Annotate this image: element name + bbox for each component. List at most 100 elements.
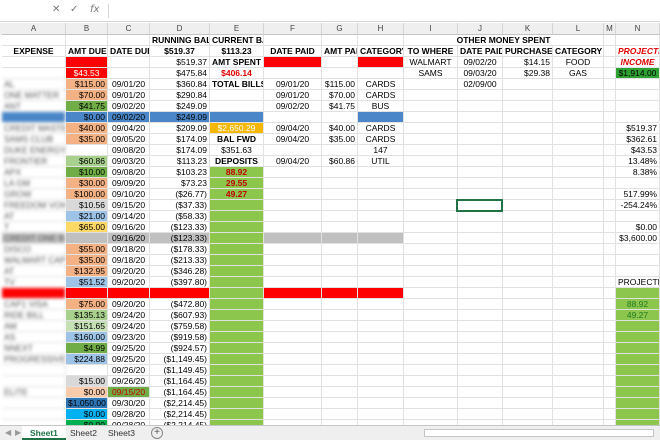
cell-h[interactable]: [358, 266, 404, 277]
cell-m[interactable]: [604, 376, 616, 387]
cell-j[interactable]: DATE PAID: [458, 46, 503, 57]
horizontal-scrollbar[interactable]: [424, 429, 654, 437]
cell-l[interactable]: [553, 288, 604, 299]
cell-j[interactable]: [458, 134, 503, 145]
cell-b[interactable]: AMT DUE: [66, 46, 108, 57]
formula-input[interactable]: [108, 4, 656, 18]
cell-h[interactable]: [358, 244, 404, 255]
cell-c[interactable]: DATE DUE: [108, 46, 150, 57]
cell-m[interactable]: [604, 167, 616, 178]
cell-l[interactable]: [553, 167, 604, 178]
cell-b[interactable]: [66, 288, 108, 299]
cell-b[interactable]: $21.00: [66, 211, 108, 222]
cell-m[interactable]: [604, 189, 616, 200]
cell-l[interactable]: [553, 387, 604, 398]
cell-h[interactable]: CARDS: [358, 79, 404, 90]
cell-f[interactable]: [264, 365, 322, 376]
cell-j[interactable]: [458, 156, 503, 167]
cell-c[interactable]: 09/18/20: [108, 255, 150, 266]
cell-l[interactable]: [553, 233, 604, 244]
cell-b[interactable]: $0.00: [66, 387, 108, 398]
cell-e[interactable]: [210, 255, 264, 266]
cell-n[interactable]: [616, 376, 660, 387]
cell-c[interactable]: 09/01/20: [108, 79, 150, 90]
cell-d[interactable]: ($37.33): [150, 200, 210, 211]
cancel-icon[interactable]: ✕: [52, 4, 60, 15]
cell-k[interactable]: [503, 409, 553, 420]
cell-e[interactable]: [210, 211, 264, 222]
cell-k[interactable]: [503, 321, 553, 332]
cell-h[interactable]: [358, 255, 404, 266]
cell-f[interactable]: 09/04/20: [264, 123, 322, 134]
column-header-m[interactable]: M: [604, 23, 616, 35]
cell-f[interactable]: [264, 255, 322, 266]
cell-n[interactable]: $1,914.00: [616, 68, 660, 79]
cell-a[interactable]: CREDIT MASTER: [2, 123, 66, 134]
cell-e[interactable]: BAL FWD: [210, 134, 264, 145]
cell-k[interactable]: [503, 310, 553, 321]
cell-i[interactable]: [404, 178, 458, 189]
cell-j[interactable]: [458, 277, 503, 288]
cell-i[interactable]: [404, 145, 458, 156]
cell-j[interactable]: [458, 167, 503, 178]
cell-k[interactable]: [503, 79, 553, 90]
cell-n[interactable]: [616, 321, 660, 332]
cell-l[interactable]: [553, 101, 604, 112]
cell-h[interactable]: [358, 365, 404, 376]
column-header-g[interactable]: G: [322, 23, 358, 35]
cell-g[interactable]: $70.00: [322, 90, 358, 101]
cell-b[interactable]: $1,050.00: [66, 398, 108, 409]
cell-b[interactable]: $10.56: [66, 200, 108, 211]
cell-f[interactable]: [264, 167, 322, 178]
cell-k[interactable]: [503, 112, 553, 123]
cell-h[interactable]: [358, 57, 404, 68]
cell-h[interactable]: [358, 167, 404, 178]
cell-k[interactable]: [503, 123, 553, 134]
cell-b[interactable]: $30.00: [66, 178, 108, 189]
cell-k[interactable]: [503, 233, 553, 244]
cell-k[interactable]: [503, 244, 553, 255]
cell-e[interactable]: [210, 101, 264, 112]
cell-n[interactable]: [616, 398, 660, 409]
cell-g[interactable]: [322, 167, 358, 178]
cell-h[interactable]: [358, 35, 404, 46]
cell-i[interactable]: [404, 255, 458, 266]
cell-k[interactable]: [503, 299, 553, 310]
cell-j[interactable]: [458, 365, 503, 376]
cell-d[interactable]: ($123.33): [150, 222, 210, 233]
cell-m[interactable]: [604, 266, 616, 277]
cell-e[interactable]: [210, 343, 264, 354]
cell-g[interactable]: [322, 255, 358, 266]
cell-b[interactable]: $41.75: [66, 101, 108, 112]
cell-n[interactable]: [616, 211, 660, 222]
cell-l[interactable]: [553, 79, 604, 90]
cell-d[interactable]: $249.09: [150, 112, 210, 123]
cell-e[interactable]: [210, 277, 264, 288]
cell-f[interactable]: [264, 222, 322, 233]
cell-g[interactable]: [322, 189, 358, 200]
cell-b[interactable]: $65.00: [66, 222, 108, 233]
cell-c[interactable]: 09/09/20: [108, 178, 150, 189]
cell-f[interactable]: [264, 244, 322, 255]
cell-n[interactable]: $43.53: [616, 145, 660, 156]
column-header-c[interactable]: C: [108, 23, 150, 35]
cell-b[interactable]: $60.86: [66, 156, 108, 167]
cell-l[interactable]: [553, 376, 604, 387]
cell-n[interactable]: [616, 255, 660, 266]
cell-f[interactable]: [264, 288, 322, 299]
cell-k[interactable]: [503, 200, 553, 211]
cell-g[interactable]: [322, 332, 358, 343]
cell-k[interactable]: [503, 145, 553, 156]
cell-c[interactable]: 09/08/20: [108, 145, 150, 156]
cell-c[interactable]: 09/02/20: [108, 112, 150, 123]
cell-l[interactable]: [553, 189, 604, 200]
cell-l[interactable]: CATEGORY: [553, 46, 604, 57]
cell-k[interactable]: [503, 255, 553, 266]
cell-j[interactable]: [458, 178, 503, 189]
cell-l[interactable]: [553, 244, 604, 255]
cell-f[interactable]: 09/04/20: [264, 134, 322, 145]
cell-c[interactable]: 09/30/20: [108, 398, 150, 409]
cell-m[interactable]: [604, 233, 616, 244]
cell-i[interactable]: [404, 233, 458, 244]
cell-n[interactable]: 517.99%: [616, 189, 660, 200]
